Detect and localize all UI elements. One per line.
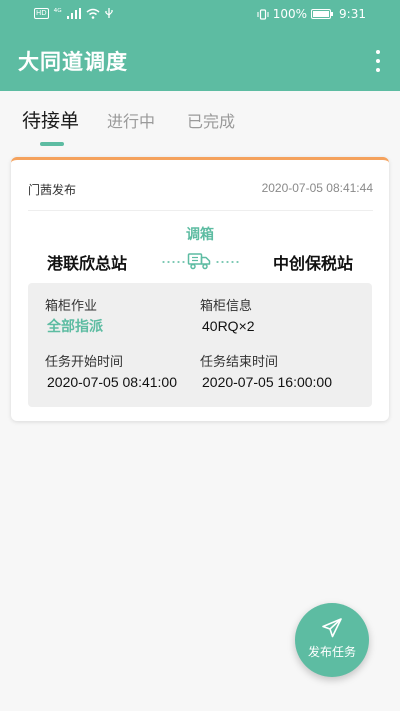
container-operation-value: 全部指派 xyxy=(47,319,103,335)
card-divider xyxy=(28,210,373,211)
tab-in-progress[interactable]: 进行中 xyxy=(107,108,155,132)
task-published-time: 2020-07-05 08:41:44 xyxy=(261,181,373,195)
container-info-label: 箱柜信息 xyxy=(200,299,253,314)
app-title: 大同道调度 xyxy=(18,50,128,74)
usb-icon xyxy=(105,8,113,18)
tab-pending[interactable]: 待接单 xyxy=(22,106,79,133)
publish-task-label: 发布任务 xyxy=(307,645,356,659)
route-dots-right xyxy=(215,261,239,263)
task-card[interactable]: 门茜发布 2020-07-05 08:41:44 调箱 港联欣总站 中创保税站 … xyxy=(11,157,389,421)
send-icon xyxy=(322,618,342,638)
clock: 9:31 xyxy=(339,7,366,21)
end-time-value: 2020-07-05 16:00:00 xyxy=(202,374,332,390)
battery-percent: 100% xyxy=(272,7,308,21)
task-publisher: 门茜发布 xyxy=(28,183,77,197)
container-info-value: 40RQ×2 xyxy=(202,318,255,334)
start-time-value: 2020-07-05 08:41:00 xyxy=(47,374,177,390)
vibrate-icon xyxy=(257,8,269,20)
network-label: ⁴ᴳ xyxy=(53,8,62,18)
task-info-panel: 箱柜作业 全部指派 箱柜信息 40RQ×2 任务开始时间 2020-07-05 … xyxy=(28,283,372,407)
destination-station: 中创保税站 xyxy=(272,254,353,273)
route-dots-left xyxy=(161,261,185,263)
hd-badge: HD xyxy=(34,7,49,19)
battery-icon xyxy=(311,9,334,19)
signal-icon xyxy=(66,7,81,19)
start-time-label: 任务开始时间 xyxy=(45,355,124,370)
tab-bar: 待接单 进行中 已完成 xyxy=(0,91,400,151)
origin-station: 港联欣总站 xyxy=(47,254,128,273)
container-operation-label: 箱柜作业 xyxy=(45,299,98,314)
status-bar: HD ⁴ᴳ 100% 9:31 xyxy=(0,0,400,28)
route-type: 调箱 xyxy=(186,227,214,243)
more-vert-icon[interactable] xyxy=(374,50,382,72)
end-time-label: 任务结束时间 xyxy=(200,355,279,370)
tab-indicator xyxy=(40,142,64,146)
publish-task-button[interactable]: 发布任务 xyxy=(295,603,369,677)
app-header: HD ⁴ᴳ 100% 9:31 大同道调度 xyxy=(0,0,400,91)
wifi-icon xyxy=(86,8,100,19)
truck-icon xyxy=(187,253,211,270)
tab-completed[interactable]: 已完成 xyxy=(187,108,235,132)
